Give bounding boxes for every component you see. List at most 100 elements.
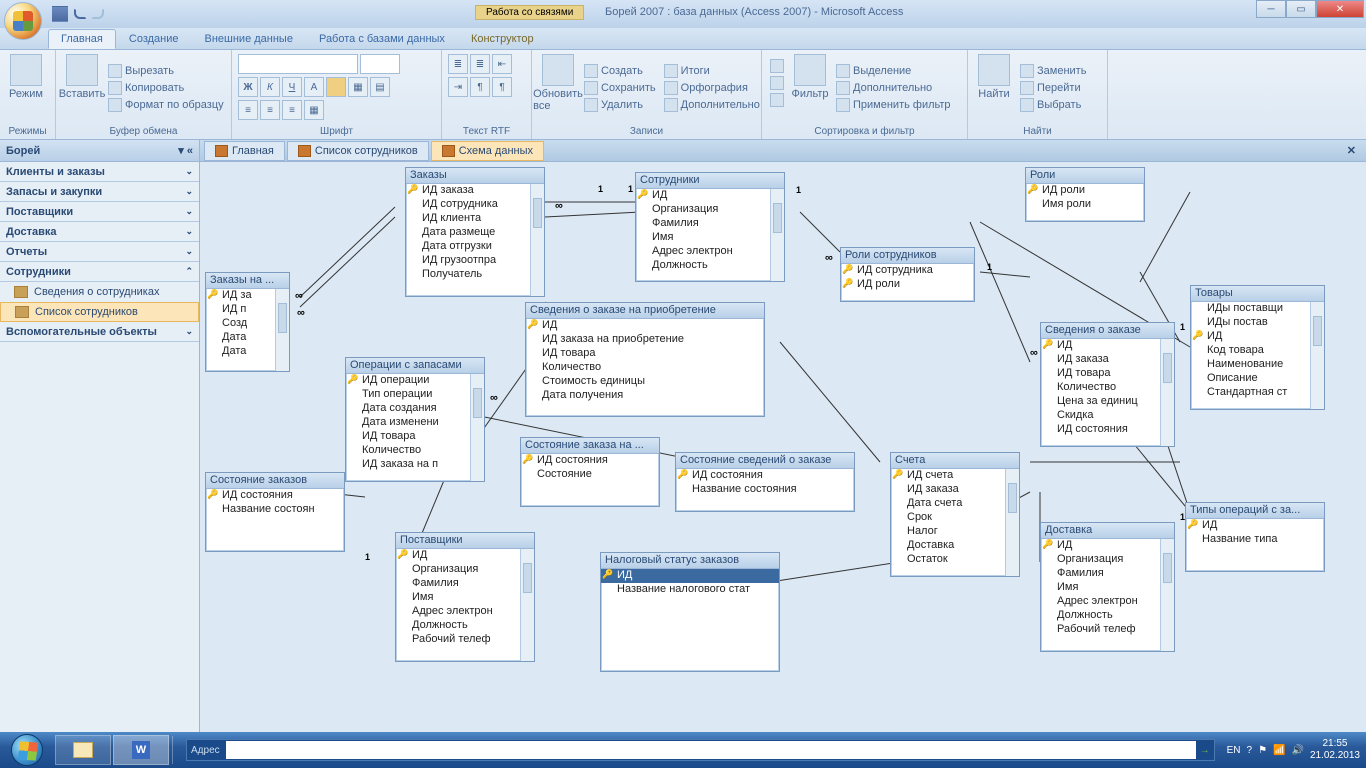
field[interactable]: Дата отгрузки <box>406 240 544 254</box>
table-header[interactable]: Доставка <box>1041 523 1174 539</box>
view-button[interactable]: Режим <box>6 52 46 124</box>
scrollbar[interactable] <box>470 374 484 481</box>
field[interactable]: Получатель <box>406 268 544 282</box>
field[interactable]: Остаток <box>891 553 1019 567</box>
navgroup-clients[interactable]: Клиенты и заказы⌄ <box>0 162 199 182</box>
tab-external[interactable]: Внешние данные <box>192 29 306 49</box>
table-header[interactable]: Состояние сведений о заказе <box>676 453 854 469</box>
field[interactable]: Рабочий телеф <box>396 633 534 647</box>
table-header[interactable]: Операции с запасами <box>346 358 484 374</box>
field[interactable]: ИД счета <box>891 469 1019 483</box>
table-header[interactable]: Счета <box>891 453 1019 469</box>
underline-button[interactable]: Ч <box>282 77 302 97</box>
copy-button[interactable]: Копировать <box>106 80 226 96</box>
table-dostavka[interactable]: Доставка ИД Организация Фамилия Имя Адре… <box>1040 522 1175 652</box>
field[interactable]: Дата счета <box>891 497 1019 511</box>
table-sossved[interactable]: Состояние сведений о заказе ИД состояния… <box>675 452 855 512</box>
navgroup-reports[interactable]: Отчеты⌄ <box>0 242 199 262</box>
toggle-filter-button[interactable]: Применить фильтр <box>834 97 953 113</box>
field[interactable]: ИД заказа на п <box>346 458 484 472</box>
close-tab-button[interactable]: ✕ <box>1341 144 1362 157</box>
field[interactable]: ИД состояния <box>676 469 854 483</box>
align-right-button[interactable]: ≡ <box>282 100 302 120</box>
table-header[interactable]: Налоговый статус заказов <box>601 553 779 569</box>
table-zakazyna[interactable]: Заказы на ... ИД за ИД п Созд Дата Дата <box>205 272 290 372</box>
ltr-button[interactable]: ¶ <box>470 77 490 97</box>
field[interactable]: ИД <box>636 189 784 203</box>
more-button[interactable]: Дополнительно <box>662 97 762 113</box>
scrollbar[interactable] <box>1160 339 1174 446</box>
tab-home[interactable]: Главная <box>48 29 116 49</box>
field[interactable]: Тип операции <box>346 388 484 402</box>
field[interactable]: Фамилия <box>396 577 534 591</box>
field[interactable]: ИД состояния <box>1041 423 1174 437</box>
scrollbar[interactable] <box>520 549 534 661</box>
field[interactable]: Имя роли <box>1026 198 1144 212</box>
scrollbar[interactable] <box>275 289 289 371</box>
field[interactable]: Состояние <box>521 468 659 482</box>
field[interactable]: ИД операции <box>346 374 484 388</box>
find-button[interactable]: Найти <box>974 52 1014 124</box>
table-header[interactable]: Заказы <box>406 168 544 184</box>
rtl-button[interactable]: ¶ <box>492 77 512 97</box>
help-icon[interactable]: ? <box>1247 745 1253 756</box>
bullets-button[interactable]: ≣ <box>448 54 468 74</box>
table-header[interactable]: Сотрудники <box>636 173 784 189</box>
advanced-button[interactable]: Дополнительно <box>834 80 953 96</box>
scrollbar[interactable] <box>1310 302 1324 409</box>
indent-dec-button[interactable]: ⇤ <box>492 54 512 74</box>
table-header[interactable]: Состояние заказов <box>206 473 344 489</box>
spelling-button[interactable]: Орфография <box>662 80 762 96</box>
minimize-button[interactable]: ─ <box>1256 0 1286 18</box>
field[interactable]: Адрес электрон <box>1041 595 1174 609</box>
field[interactable]: ИД товара <box>346 430 484 444</box>
scrollbar[interactable] <box>1005 469 1019 576</box>
field[interactable]: Дата получения <box>526 389 764 403</box>
tab-dbtools[interactable]: Работа с базами данных <box>306 29 458 49</box>
field[interactable]: Дата создания <box>346 402 484 416</box>
table-header[interactable]: Роли сотрудников <box>841 248 974 264</box>
field[interactable]: ИДы постав <box>1191 316 1324 330</box>
field[interactable]: Дата изменени <box>346 416 484 430</box>
navgroup-suppliers[interactable]: Поставщики⌄ <box>0 202 199 222</box>
field[interactable]: ИД заказа <box>1041 353 1174 367</box>
field[interactable]: ИД товара <box>1041 367 1174 381</box>
start-button[interactable] <box>0 732 54 768</box>
field[interactable]: ИД грузоотпра <box>406 254 544 268</box>
field[interactable]: Скидка <box>1041 409 1174 423</box>
field[interactable]: Количество <box>526 361 764 375</box>
fontsize-combo[interactable] <box>360 54 400 74</box>
field[interactable]: Фамилия <box>1041 567 1174 581</box>
field[interactable]: ИД заказа <box>406 184 544 198</box>
gridlines-button[interactable]: ▦ <box>348 77 368 97</box>
align-center-button[interactable]: ≡ <box>260 100 280 120</box>
field[interactable]: Название типа <box>1186 533 1324 547</box>
field[interactable]: ИД <box>1041 539 1174 553</box>
field[interactable]: Должность <box>1041 609 1174 623</box>
network-icon[interactable]: 📶 <box>1273 745 1285 756</box>
field[interactable]: ИД роли <box>841 278 974 292</box>
field[interactable]: ИД заказа на приобретение <box>526 333 764 347</box>
indent-inc-button[interactable]: ⇥ <box>448 77 468 97</box>
table-operacii[interactable]: Операции с запасами ИД операции Тип опер… <box>345 357 485 482</box>
sort-asc-button[interactable] <box>768 58 786 74</box>
navgroup-employees[interactable]: Сотрудники⌃ <box>0 262 199 282</box>
field[interactable]: Адрес электрон <box>396 605 534 619</box>
scrollbar[interactable] <box>1160 539 1174 651</box>
field[interactable]: ИД клиента <box>406 212 544 226</box>
field[interactable]: ИД роли <box>1026 184 1144 198</box>
field[interactable]: Срок <box>891 511 1019 525</box>
field[interactable]: Доставка <box>891 539 1019 553</box>
task-word[interactable]: W <box>113 735 169 765</box>
navitem-employee-list[interactable]: Список сотрудников <box>0 302 199 322</box>
scrollbar[interactable] <box>530 184 544 296</box>
clear-sort-button[interactable] <box>768 92 786 108</box>
field[interactable]: Цена за единиц <box>1041 395 1174 409</box>
field[interactable]: Стандартная ст <box>1191 386 1324 400</box>
delete-record-button[interactable]: Удалить <box>582 97 658 113</box>
field[interactable]: ИД сотрудника <box>841 264 974 278</box>
maximize-button[interactable]: ▭ <box>1286 0 1316 18</box>
field[interactable]: Количество <box>346 444 484 458</box>
numbering-button[interactable]: ≣ <box>470 54 490 74</box>
italic-button[interactable]: К <box>260 77 280 97</box>
